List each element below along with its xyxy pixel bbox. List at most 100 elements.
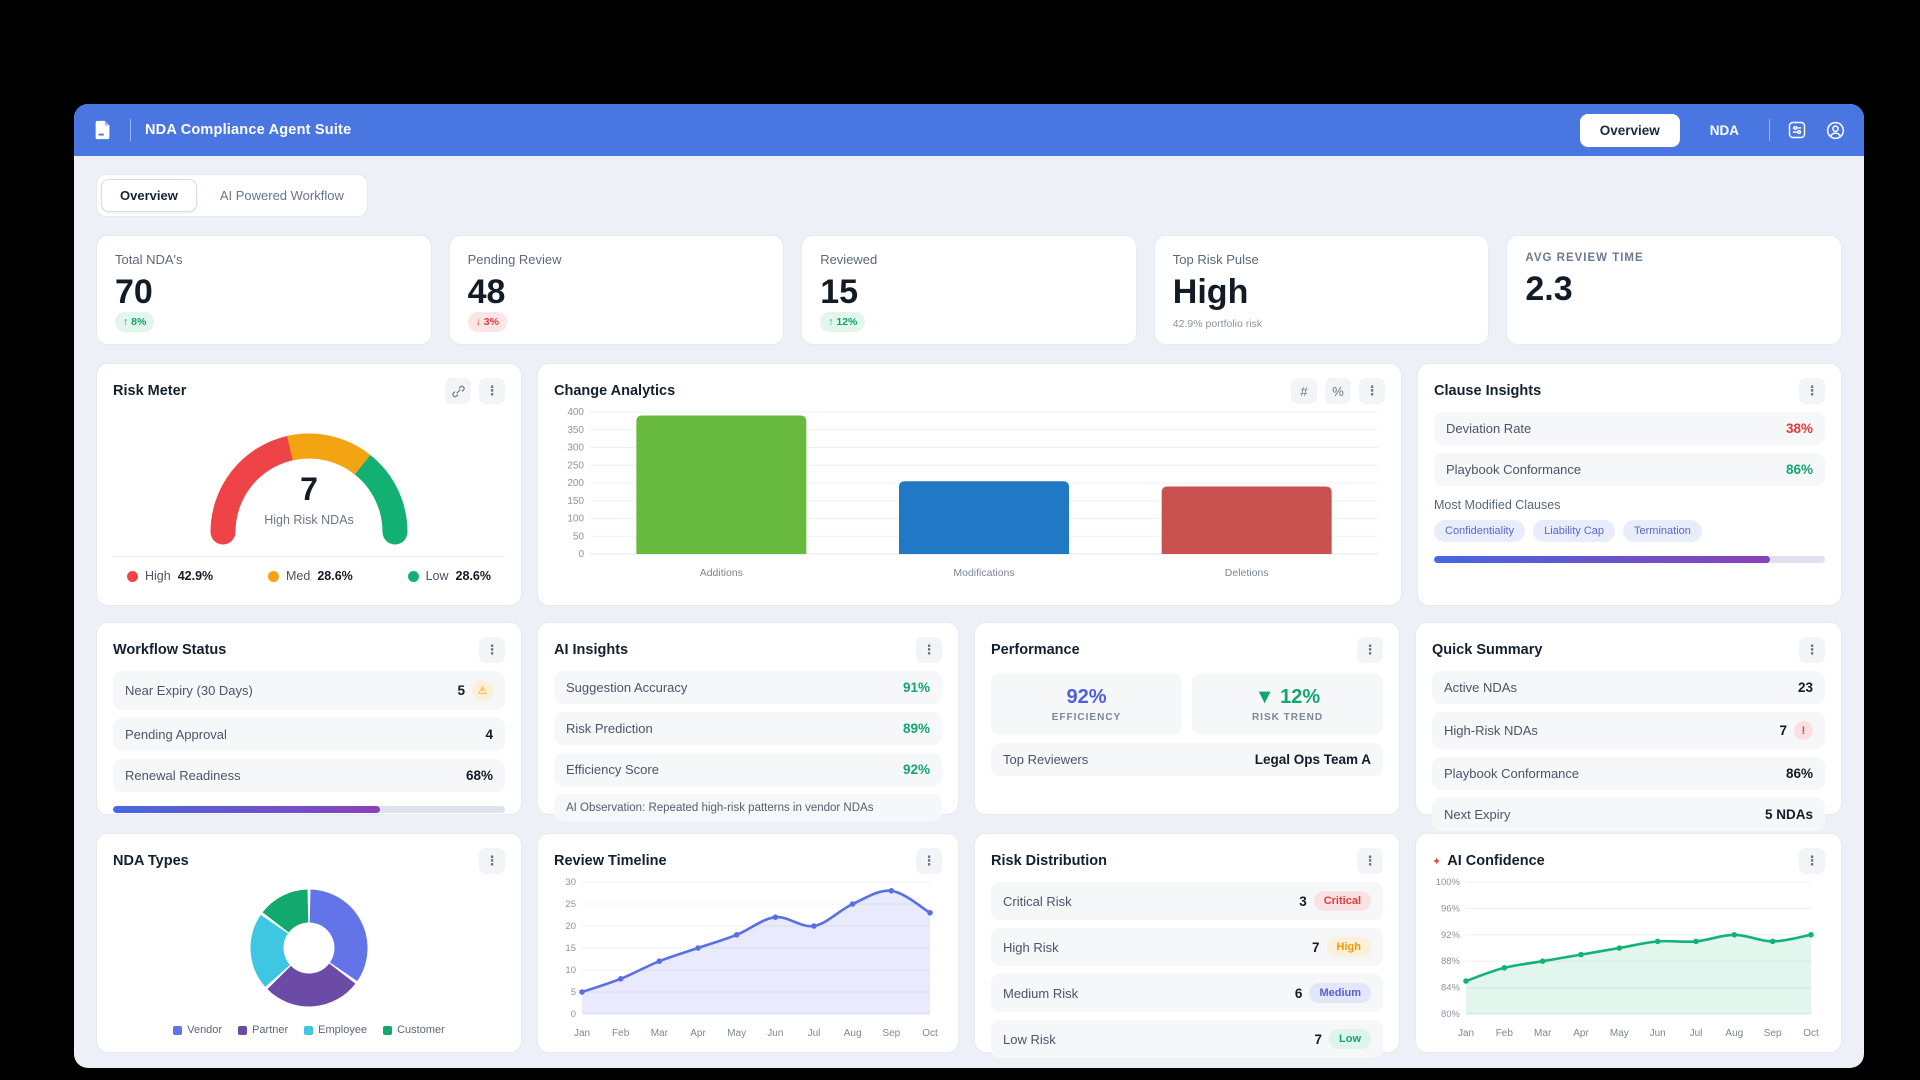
- link-icon[interactable]: [445, 378, 471, 404]
- svg-text:0: 0: [571, 1009, 576, 1020]
- chip-confidentiality[interactable]: Confidentiality: [1434, 520, 1525, 542]
- severity-pill: Medium: [1309, 983, 1371, 1003]
- svg-text:80%: 80%: [1441, 1009, 1461, 1020]
- card-title: Change Analytics: [554, 383, 675, 399]
- header-divider: [130, 119, 131, 141]
- stat-label: EFFICIENCY: [1052, 712, 1121, 723]
- data-point: [1808, 932, 1814, 938]
- svg-text:84%: 84%: [1441, 983, 1461, 994]
- row-label: Efficiency Score: [566, 762, 659, 777]
- data-point: [1463, 978, 1469, 984]
- row-value: 5 NDAs: [1765, 807, 1813, 822]
- kebab-menu-icon[interactable]: ⋮: [479, 378, 505, 404]
- svg-text:400: 400: [567, 407, 584, 418]
- tab-ai-powered-workflow[interactable]: AI Powered Workflow: [201, 179, 363, 212]
- kebab-menu-icon[interactable]: ⋮: [1357, 637, 1383, 663]
- risk-prediction-row: Risk Prediction 89%: [554, 712, 942, 745]
- row-label: Suggestion Accuracy: [566, 680, 687, 695]
- nav-nda-button[interactable]: NDA: [1696, 114, 1753, 147]
- kebab-menu-icon[interactable]: ⋮: [479, 637, 505, 663]
- row-value: 38%: [1786, 421, 1813, 436]
- svg-text:92%: 92%: [1441, 930, 1461, 941]
- high-risk-ndas-row: High-Risk NDAs 7!: [1432, 712, 1825, 749]
- active-ndas-row: Active NDAs 23: [1432, 671, 1825, 704]
- stat-value: ▼ 12%: [1255, 686, 1320, 709]
- bar-modifications: [899, 481, 1069, 554]
- percent-mode-button[interactable]: %: [1325, 378, 1351, 404]
- nav-overview-button[interactable]: Overview: [1580, 114, 1680, 147]
- clause-insights-card: Clause Insights ⋮ Deviation Rate 38% Pla…: [1417, 363, 1842, 606]
- svg-text:Oct: Oct: [1803, 1028, 1819, 1039]
- efficiency-score-row: Efficiency Score 92%: [554, 753, 942, 786]
- row-label: High Risk: [1003, 940, 1059, 955]
- kpi-label: Top Risk Pulse: [1173, 252, 1471, 267]
- svg-text:250: 250: [567, 460, 584, 471]
- row-label: Critical Risk: [1003, 894, 1072, 909]
- svg-text:Jun: Jun: [1650, 1028, 1666, 1039]
- data-point: [811, 923, 817, 929]
- chip-liability-cap[interactable]: Liability Cap: [1533, 520, 1615, 542]
- kebab-menu-icon[interactable]: ⋮: [1359, 378, 1385, 404]
- settings-sliders-icon[interactable]: [1786, 119, 1808, 141]
- row-label: Active NDAs: [1444, 680, 1517, 695]
- data-point: [579, 989, 585, 995]
- row-value: 23: [1798, 680, 1813, 695]
- stat-label: RISK TREND: [1252, 712, 1323, 723]
- kebab-menu-icon[interactable]: ⋮: [1799, 848, 1825, 874]
- svg-text:0: 0: [578, 549, 584, 560]
- svg-text:Sep: Sep: [882, 1028, 900, 1039]
- row-value: 3: [1299, 894, 1307, 909]
- svg-text:Mar: Mar: [1534, 1028, 1552, 1039]
- nda-types-legend: VendorPartnerEmployeeCustomer: [113, 1024, 505, 1036]
- row-label: Risk Prediction: [566, 721, 653, 736]
- row-label: Renewal Readiness: [125, 768, 241, 783]
- row-value: 7: [1314, 1032, 1322, 1047]
- row-value: 7: [1779, 723, 1787, 738]
- change-analytics-card: Change Analytics # % ⋮ 05010015020025030…: [537, 363, 1402, 606]
- data-point: [1540, 958, 1546, 964]
- svg-text:300: 300: [567, 443, 584, 454]
- svg-text:Modifications: Modifications: [953, 567, 1014, 579]
- efficiency-stat: 92% EFFICIENCY: [991, 673, 1182, 735]
- row-value: 86%: [1786, 766, 1813, 781]
- kpi-value: 2.3: [1525, 272, 1823, 306]
- legend-item-med: Med 28.6%: [268, 569, 353, 583]
- card-title: Quick Summary: [1432, 642, 1542, 658]
- svg-text:Deletions: Deletions: [1225, 567, 1269, 579]
- tab-overview[interactable]: Overview: [101, 179, 197, 212]
- kebab-menu-icon[interactable]: ⋮: [1357, 848, 1383, 874]
- card-title: Review Timeline: [554, 853, 667, 869]
- donut-segment-vendor: [310, 906, 351, 972]
- chip-termination[interactable]: Termination: [1623, 520, 1702, 542]
- kebab-menu-icon[interactable]: ⋮: [1799, 637, 1825, 663]
- legend-dot: [408, 571, 419, 582]
- number-mode-button[interactable]: #: [1291, 378, 1317, 404]
- data-point: [657, 958, 663, 964]
- view-tabs: Overview AI Powered Workflow: [96, 174, 368, 217]
- change-analytics-bar-chart: 050100150200250300350400AdditionsModific…: [554, 404, 1384, 588]
- screen-background: NDA Compliance Agent Suite Overview NDA …: [0, 0, 1920, 1080]
- svg-text:10: 10: [565, 965, 576, 976]
- alert-exclamation-icon: !: [1794, 721, 1813, 740]
- risk-gauge-chart: 7High Risk NDAs: [169, 404, 449, 550]
- readiness-progress-bar: [113, 806, 505, 813]
- svg-text:Jan: Jan: [574, 1028, 590, 1039]
- kpi-row: Total NDA's 70 ↑ 8% Pending Review 48 ↓ …: [96, 235, 1842, 345]
- high-risk-row: High Risk 7High: [991, 928, 1383, 966]
- card-title: Risk Distribution: [991, 853, 1107, 869]
- row-value: 5: [457, 683, 465, 698]
- kebab-menu-icon[interactable]: ⋮: [1799, 378, 1825, 404]
- card-title: NDA Types: [113, 853, 189, 869]
- kebab-menu-icon[interactable]: ⋮: [479, 848, 505, 874]
- kpi-label: Total NDA's: [115, 252, 413, 267]
- legend-swatch: [173, 1026, 182, 1035]
- risk-gauge-legend: High 42.9%Med 28.6%Low 28.6%: [113, 556, 505, 583]
- legend-dot: [127, 571, 138, 582]
- medium-risk-row: Medium Risk 6Medium: [991, 974, 1383, 1012]
- user-account-icon[interactable]: [1824, 119, 1846, 141]
- kebab-menu-icon[interactable]: ⋮: [916, 637, 942, 663]
- kebab-menu-icon[interactable]: ⋮: [916, 848, 942, 874]
- svg-text:Aug: Aug: [844, 1028, 862, 1039]
- row-value: 89%: [903, 721, 930, 736]
- donut-segment-partner: [279, 974, 342, 990]
